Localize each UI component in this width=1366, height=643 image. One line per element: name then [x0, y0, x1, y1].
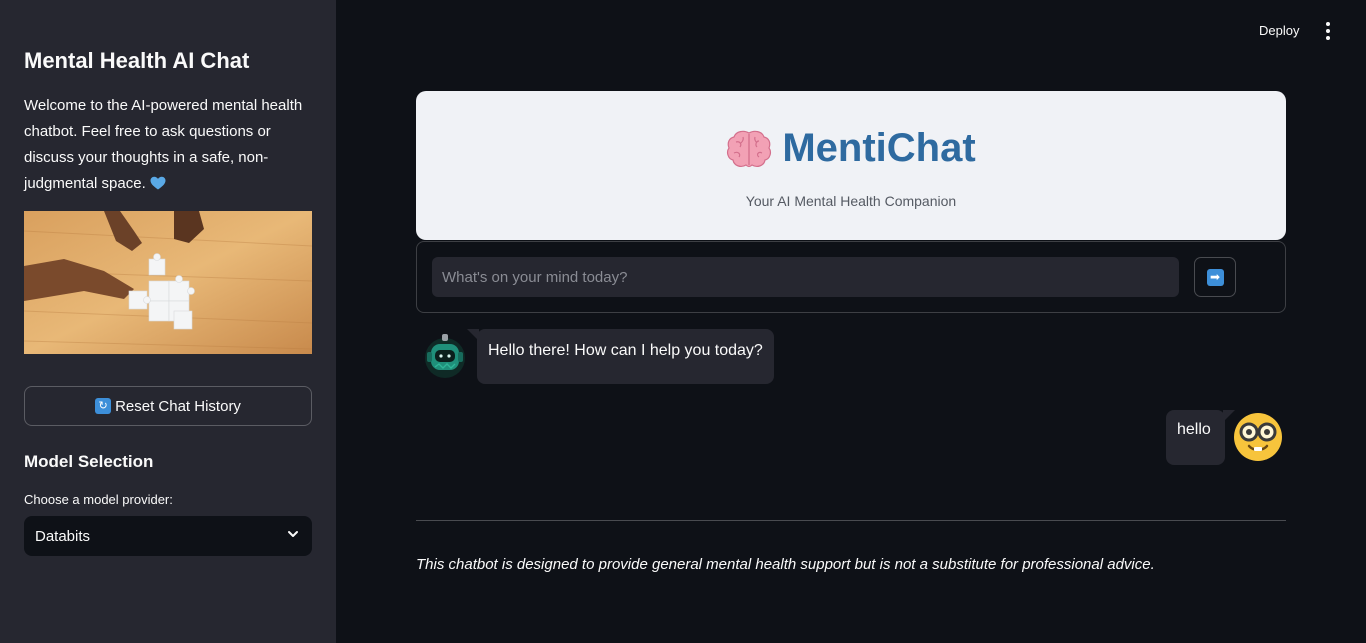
heart-icon: [150, 173, 166, 190]
provider-label: Choose a model provider:: [24, 492, 173, 507]
provider-selected-value: Databits: [35, 527, 91, 545]
deploy-button[interactable]: Deploy: [1259, 23, 1299, 38]
kebab-dot: [1326, 36, 1330, 40]
brain-icon: [726, 129, 772, 169]
kebab-dot: [1326, 22, 1330, 26]
divider: [416, 520, 1286, 521]
user-message-text: hello: [1177, 421, 1211, 438]
refresh-icon: ↻: [95, 398, 112, 414]
assistant-message: Hello there! How can I help you today?: [467, 329, 774, 384]
hero-title: MentiChat: [416, 126, 1286, 171]
nerd-face-avatar: [1233, 412, 1283, 462]
kebab-dot: [1326, 29, 1330, 33]
chat-input[interactable]: [432, 257, 1179, 297]
sidebar-title: Mental Health AI Chat: [24, 48, 250, 73]
reset-chat-label: Reset Chat History: [115, 397, 241, 415]
arrow-right-icon: ➡: [1206, 268, 1224, 286]
hero-title-text: MentiChat: [782, 126, 976, 170]
hero-subtitle: Your AI Mental Health Companion: [745, 193, 957, 209]
reset-chat-button[interactable]: ↻ Reset Chat History: [24, 386, 312, 426]
puzzle-hands-image: [24, 211, 312, 354]
robot-avatar: [423, 334, 467, 378]
hero-banner: MentiChat Your AI Mental Health Companio…: [416, 91, 1286, 240]
user-message: hello: [1166, 410, 1235, 465]
chat-form: ➡: [416, 241, 1286, 313]
assistant-message-text: Hello there! How can I help you today?: [488, 342, 763, 359]
chevron-down-icon: [286, 527, 300, 545]
kebab-menu-icon[interactable]: [1318, 20, 1338, 42]
provider-select[interactable]: Databits: [24, 516, 312, 556]
model-selection-heading: Model Selection: [24, 452, 154, 471]
send-button[interactable]: ➡: [1194, 257, 1236, 297]
sidebar-welcome: Welcome to the AI-powered mental health …: [24, 93, 314, 197]
disclaimer-text: This chatbot is designed to provide gene…: [416, 556, 1155, 573]
sidebar: Mental Health AI Chat Welcome to the AI-…: [0, 0, 336, 643]
